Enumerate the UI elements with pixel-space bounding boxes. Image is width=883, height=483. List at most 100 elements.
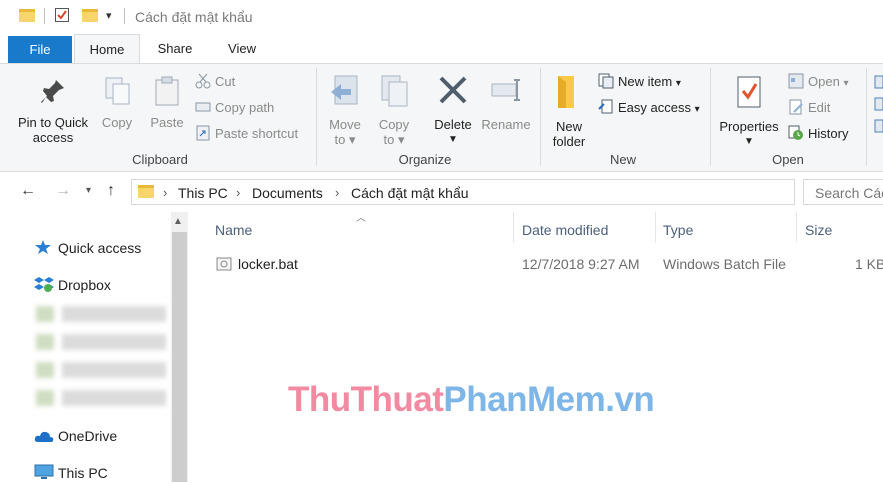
copy-label: Copy <box>101 115 133 130</box>
breadcrumb-current-folder[interactable]: Cách đặt mật khẩu <box>351 185 469 201</box>
nav-item-dropbox[interactable]: Dropbox <box>34 276 111 293</box>
folder-icon <box>138 185 154 198</box>
file-date-modified: 12/7/2018 9:27 AM <box>522 256 640 272</box>
pin-label-line1: Pin to Quick <box>17 115 89 130</box>
ribbon-tabs: File Home Share View <box>0 34 883 64</box>
computer-icon <box>34 464 54 479</box>
blurred-folder-item[interactable] <box>36 362 176 378</box>
open-group-label: Open <box>772 152 804 167</box>
copy-icon <box>105 77 130 105</box>
delete-x-icon <box>439 76 467 104</box>
scrollbar-thumb[interactable] <box>172 232 187 482</box>
tab-file[interactable]: File <box>8 36 72 64</box>
search-input[interactable]: Search Các <box>803 179 883 205</box>
rename-button[interactable]: Rename <box>480 74 532 132</box>
move-to-icon <box>331 75 358 105</box>
forward-arrow-icon[interactable]: → <box>55 182 71 200</box>
pin-label-line2: access <box>32 130 74 145</box>
easy-access-button[interactable]: Easy access ▾ <box>598 99 700 117</box>
column-divider[interactable] <box>655 212 656 242</box>
open-button[interactable]: Open ▾ <box>788 73 848 91</box>
divider <box>44 8 45 24</box>
tab-view[interactable]: View <box>210 34 274 64</box>
nav-scrollbar[interactable]: ▲ <box>171 212 188 482</box>
properties-dropdown-icon[interactable]: ▼ <box>716 134 782 149</box>
easy-access-label: Easy access <box>618 100 691 115</box>
address-bar[interactable]: › This PC › Documents › Cách đặt mật khẩ… <box>131 179 795 205</box>
tab-share[interactable]: Share <box>146 34 204 64</box>
paste-shortcut-label: Paste shortcut <box>215 126 299 141</box>
breadcrumb-documents[interactable]: Documents <box>252 185 323 201</box>
properties-check-icon[interactable] <box>55 8 69 22</box>
navigation-pane: Quick access Dropbox OneDrive This PC ▲ <box>0 212 190 482</box>
nav-item-label: Quick access <box>58 240 142 256</box>
breadcrumb-chevron-icon[interactable]: › <box>335 185 339 200</box>
move-to-label-line2: to ▾ <box>334 132 356 147</box>
breadcrumb-chevron-icon[interactable]: › <box>163 185 167 200</box>
new-item-button[interactable]: New item ▾ <box>598 73 681 91</box>
blurred-folder-item[interactable] <box>36 334 176 350</box>
file-name-cell[interactable]: locker.bat <box>216 256 298 272</box>
copy-path-button[interactable]: Copy path <box>195 99 274 117</box>
sort-ascending-icon: ︿ <box>356 213 366 224</box>
paste-button[interactable]: Paste <box>146 76 188 130</box>
group-divider <box>316 68 317 166</box>
recent-locations-chevron-icon[interactable]: ▾ <box>86 185 91 196</box>
group-divider <box>866 68 867 166</box>
back-arrow-icon[interactable]: ← <box>20 182 36 200</box>
copy-to-button[interactable]: Copy to ▾ <box>372 74 416 147</box>
delete-label: Delete <box>434 117 472 132</box>
delete-button[interactable]: Delete ▼ <box>430 74 476 147</box>
column-divider[interactable] <box>796 212 797 242</box>
column-header-type[interactable]: Type <box>663 222 693 238</box>
paste-shortcut-button[interactable]: Paste shortcut <box>195 125 298 143</box>
nav-item-this-pc[interactable]: This PC <box>34 464 108 481</box>
watermark-part1: ThuThuat <box>288 380 444 419</box>
paste-shortcut-icon <box>195 125 211 141</box>
file-size: 1 KB <box>855 256 883 272</box>
copy-to-icon <box>381 75 408 107</box>
customize-dropdown-icon[interactable]: ▾ <box>106 9 112 22</box>
properties-button[interactable]: Properties ▼ <box>716 74 782 149</box>
new-folder-label-line1: New <box>555 119 582 134</box>
nav-item-quick-access[interactable]: Quick access <box>34 239 141 256</box>
nav-item-onedrive[interactable]: OneDrive <box>34 428 117 444</box>
move-to-button[interactable]: Move to ▾ <box>324 74 366 147</box>
breadcrumb-this-pc[interactable]: This PC <box>178 185 228 201</box>
edit-label: Edit <box>808 100 831 115</box>
column-header-size[interactable]: Size <box>805 222 832 238</box>
history-icon <box>788 125 804 141</box>
pin-to-quick-access-button[interactable]: Pin to Quick access <box>14 78 92 145</box>
title-bar: ▾ Cách đặt mật khẩu <box>0 0 883 34</box>
breadcrumb-chevron-icon[interactable]: › <box>236 185 240 200</box>
scroll-up-arrow-icon[interactable]: ▲ <box>173 216 183 227</box>
column-header-name[interactable]: Name <box>215 222 252 238</box>
new-folder-icon[interactable] <box>82 9 98 22</box>
copy-path-label: Copy path <box>215 100 275 115</box>
batch-file-icon <box>216 257 232 271</box>
blurred-folder-item[interactable] <box>36 390 176 406</box>
new-folder-label-line2: folder <box>552 134 586 149</box>
properties-label: Properties <box>719 119 779 134</box>
column-header-date-modified[interactable]: Date modified <box>522 222 608 238</box>
file-type: Windows Batch File <box>663 256 786 272</box>
new-item-label: New item <box>618 74 673 89</box>
scissors-icon <box>195 73 211 89</box>
history-button[interactable]: History <box>788 125 848 143</box>
copy-button[interactable]: Copy <box>98 76 136 130</box>
cloud-icon <box>34 429 54 443</box>
history-label: History <box>808 126 849 141</box>
up-arrow-icon[interactable]: ↑ <box>107 182 115 200</box>
properties-check-icon <box>737 76 761 108</box>
edit-button[interactable]: Edit <box>788 99 830 117</box>
tab-home[interactable]: Home <box>74 34 140 64</box>
delete-dropdown-icon[interactable]: ▼ <box>430 132 476 147</box>
cut-button[interactable]: Cut <box>195 73 235 91</box>
column-divider[interactable] <box>513 212 514 242</box>
new-item-dropdown-icon: ▾ <box>675 78 681 89</box>
new-folder-button[interactable]: New folder <box>547 74 591 149</box>
new-group-label: New <box>609 152 636 167</box>
copy-to-label-line2: to ▾ <box>383 132 405 147</box>
blurred-folder-item[interactable] <box>36 306 176 322</box>
organize-group-label: Organize <box>398 152 452 167</box>
